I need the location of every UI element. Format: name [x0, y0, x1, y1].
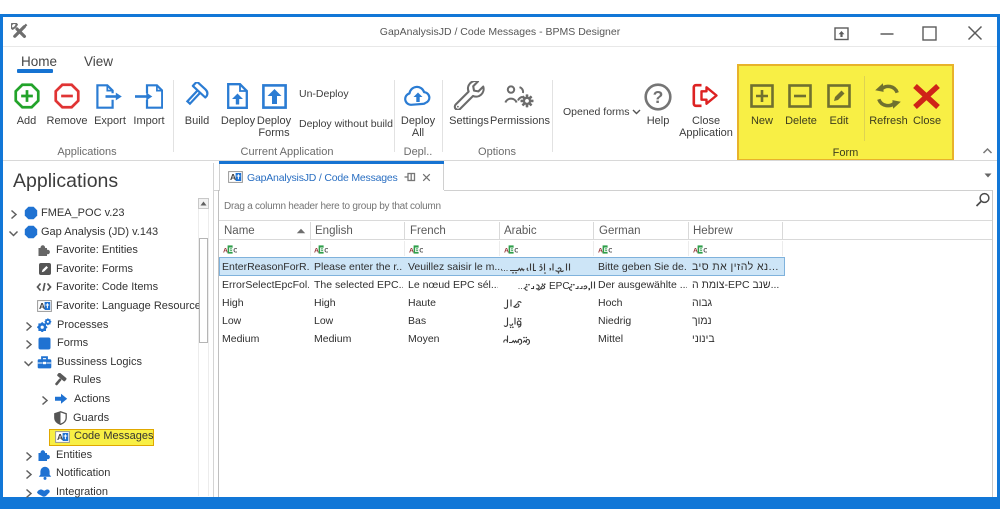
svg-text:A: A: [39, 301, 45, 311]
svg-text:A: A: [693, 248, 698, 255]
svg-text:A: A: [598, 248, 603, 255]
svg-text:A: A: [223, 248, 228, 255]
svg-text:C: C: [233, 248, 237, 255]
svg-text:A: A: [504, 248, 509, 255]
svg-text:EPC: EPC: [549, 281, 570, 292]
svg-text:C: C: [419, 248, 423, 255]
svg-text:A: A: [230, 172, 236, 182]
svg-text:C: C: [324, 248, 328, 255]
svg-text:A: A: [57, 432, 63, 442]
svg-text:C: C: [608, 248, 612, 255]
svg-text:?: ?: [653, 87, 664, 107]
svg-text:A: A: [314, 248, 319, 255]
svg-text:C: C: [514, 248, 518, 255]
svg-text:A: A: [409, 248, 414, 255]
svg-text:C: C: [703, 248, 707, 255]
